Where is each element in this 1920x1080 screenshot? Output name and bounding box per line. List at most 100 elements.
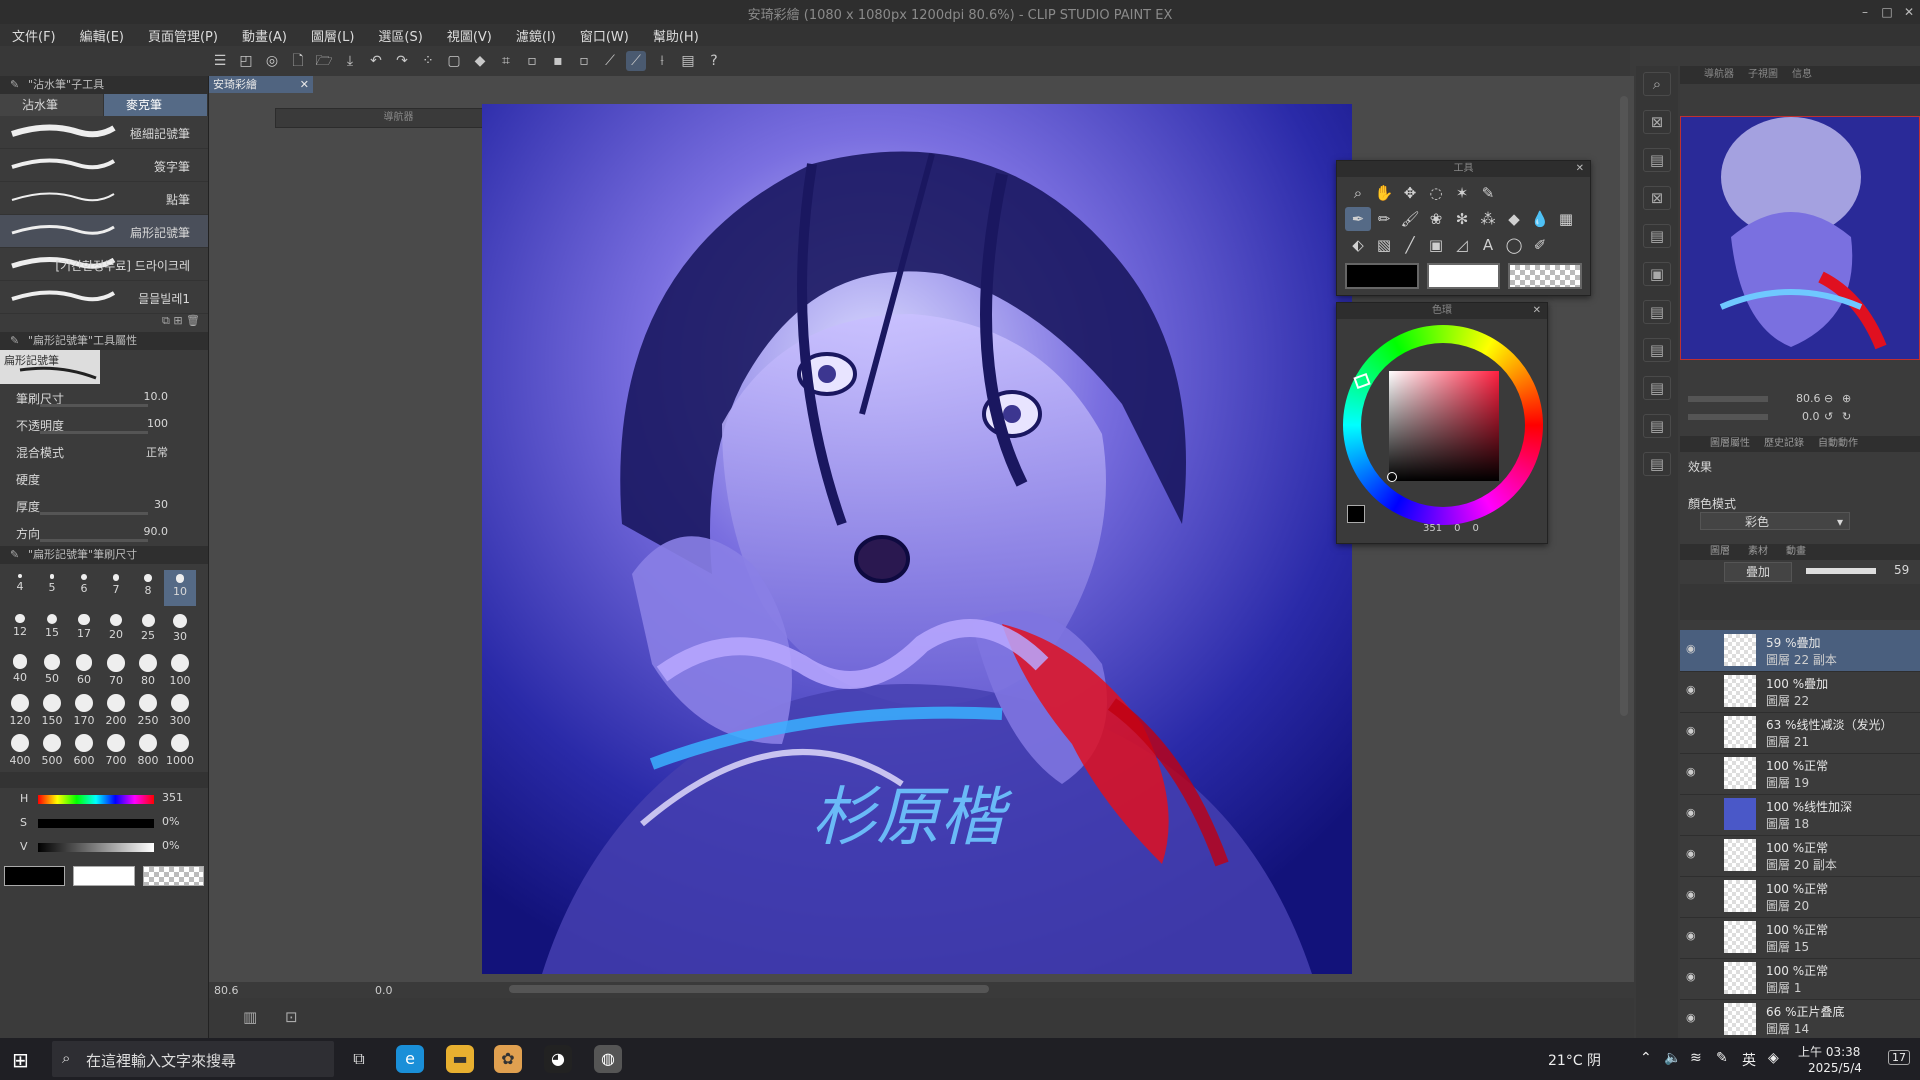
layer-item[interactable]: ◉ 100 %正常 圖層 1	[1680, 958, 1920, 1000]
tools-transparent-color[interactable]	[1508, 263, 1583, 289]
wheel-main-color[interactable]	[1347, 505, 1365, 523]
blend-tool-icon[interactable]: 💧	[1527, 207, 1553, 231]
tab-layer-property[interactable]: 圖層屬性	[1710, 436, 1750, 452]
color-slider[interactable]	[38, 819, 154, 828]
qq-icon[interactable]: ◕	[544, 1045, 572, 1073]
trash-icon[interactable]: 🗑	[186, 314, 200, 327]
tool-property-row[interactable]: 硬度	[0, 465, 208, 492]
menu-selection[interactable]: 選區(S)	[366, 26, 434, 45]
brush-size-option[interactable]: 25	[132, 610, 164, 646]
app-tray-icon[interactable]: ◈	[1768, 1050, 1779, 1066]
eye-icon[interactable]: ◉	[1686, 888, 1700, 902]
copy-icon[interactable]: ⧉	[162, 314, 170, 327]
tab-history[interactable]: 歷史記錄	[1764, 436, 1804, 452]
close-tab-icon[interactable]: ✕	[300, 76, 309, 93]
sub-color-swatch[interactable]	[73, 866, 135, 886]
eye-icon[interactable]: ◉	[1686, 642, 1700, 656]
tab-materials[interactable]: 素材	[1748, 544, 1768, 560]
brush-size-option[interactable]: 600	[68, 730, 100, 767]
zoom-readout[interactable]: 80.6	[214, 984, 239, 997]
studio-icon[interactable]: ◎	[262, 51, 282, 71]
menu-filter[interactable]: 濾鏡(I)	[504, 26, 568, 45]
ruler-tool-icon[interactable]: ◿	[1449, 233, 1475, 257]
deselect-icon[interactable]: ▢	[444, 51, 464, 71]
eyedropper-icon[interactable]: ✎	[1475, 181, 1501, 205]
tool-property-slider[interactable]	[40, 431, 148, 434]
transparent-swatch[interactable]	[142, 866, 204, 886]
color-slider[interactable]	[38, 843, 154, 852]
pen-icon[interactable]: ✎	[1716, 1050, 1728, 1066]
figure-tool-icon[interactable]: ╱	[1397, 233, 1423, 257]
fill-icon[interactable]: ◆	[470, 51, 490, 71]
lasso-tool-icon[interactable]: ◌	[1423, 181, 1449, 205]
clear-outside-icon[interactable]: ▪	[548, 51, 568, 71]
undo-icon[interactable]: ↶	[366, 51, 386, 71]
brush-size-option[interactable]: 100	[164, 650, 196, 687]
panel-toggle-icon-3[interactable]: ⊠	[1643, 186, 1671, 210]
taskbar-time[interactable]: 上午 03:38	[1798, 1043, 1860, 1060]
ruler-snap-icon[interactable]: ⟋	[600, 51, 620, 71]
zoom-in-icon[interactable]: ⊕	[1842, 392, 1851, 405]
tool-property-row[interactable]: 不透明度 100	[0, 411, 208, 438]
menu-help[interactable]: 幫助(H)	[641, 26, 711, 45]
saturation-value-square[interactable]	[1389, 371, 1499, 481]
brush-size-option[interactable]: 30	[164, 610, 196, 646]
brush-size-option[interactable]: 200	[100, 690, 132, 727]
tab-marker[interactable]: 麥克筆	[104, 94, 208, 116]
brush-tool-icon[interactable]: 🖌	[1397, 207, 1423, 231]
document-tab[interactable]: 安琦彩繪 ✕	[209, 76, 313, 93]
brush-size-option[interactable]: 10	[164, 570, 196, 606]
tool-property-value[interactable]: 正常	[146, 444, 168, 460]
windows-start-icon[interactable]: ⊞	[12, 1048, 29, 1072]
edge-icon[interactable]: e	[396, 1045, 424, 1073]
pencil-tool-icon[interactable]: ✏	[1371, 207, 1397, 231]
horizontal-scrollbar[interactable]	[509, 985, 989, 993]
grid-snap-icon[interactable]: ⟊	[652, 51, 672, 71]
fit-icon[interactable]: ⊡	[285, 1008, 298, 1026]
color-slider[interactable]	[38, 795, 154, 804]
brush-size-option[interactable]: 17	[68, 610, 100, 646]
layer-opacity-slider[interactable]	[1806, 568, 1876, 574]
vertical-scrollbar[interactable]	[1620, 96, 1628, 716]
color-slider-row[interactable]: S 0%	[0, 812, 208, 836]
panel-toggle-icon-1[interactable]: ⊠	[1643, 110, 1671, 134]
navigator-rotation[interactable]: 0.0	[1802, 410, 1820, 423]
layer-item[interactable]: ◉ 59 %疊加 圖層 22 副本	[1680, 630, 1920, 672]
tab-navigator[interactable]: 導航器	[1704, 66, 1734, 84]
brush-size-option[interactable]: 7	[100, 570, 132, 606]
clip-studio-icon[interactable]: ◍	[594, 1045, 622, 1073]
add-icon[interactable]: ⊞	[173, 314, 182, 327]
snap-icon[interactable]: ▫	[574, 51, 594, 71]
brush-size-option[interactable]: 15	[36, 610, 68, 646]
brush-size-option[interactable]: 1000	[164, 730, 196, 767]
layer-item[interactable]: ◉ 63 %线性减淡（发光） 圖層 21	[1680, 712, 1920, 754]
panel-toggle-icon-10[interactable]: ▤	[1643, 452, 1671, 476]
tool-property-slider[interactable]	[40, 404, 148, 407]
brush-size-option[interactable]: 40	[4, 650, 36, 686]
panel-toggle-icon-8[interactable]: ▤	[1643, 376, 1671, 400]
taskbar-date[interactable]: 2025/5/4	[1808, 1061, 1862, 1075]
layer-item[interactable]: ◉ 100 %线性加深 圖層 18	[1680, 794, 1920, 836]
artwork-canvas[interactable]: 杉原楷	[482, 104, 1352, 974]
frame-tool-icon[interactable]: ▣	[1423, 233, 1449, 257]
weather-text[interactable]: 21°C 阴	[1548, 1050, 1601, 1070]
tab-dip-pen[interactable]: 沾水筆	[0, 94, 104, 116]
brush-size-option[interactable]: 400	[4, 730, 36, 767]
zoom-slider[interactable]	[1688, 396, 1768, 402]
brush-size-option[interactable]: 500	[36, 730, 68, 767]
menu-icon[interactable]: ☰	[210, 51, 230, 71]
brush-size-option[interactable]: 120	[4, 690, 36, 727]
layout-icon[interactable]: ▥	[243, 1008, 257, 1026]
color-picker-cursor[interactable]	[1387, 472, 1397, 482]
brush-size-option[interactable]: 20	[100, 610, 132, 646]
menu-layer[interactable]: 圖層(L)	[299, 26, 366, 45]
zoom-tool-icon[interactable]: ⌕	[1345, 181, 1371, 205]
new-icon[interactable]: ◰	[236, 51, 256, 71]
rotate-right-icon[interactable]: ↻	[1842, 410, 1851, 423]
correct-line-icon[interactable]: ✐	[1527, 233, 1553, 257]
rotate-slider[interactable]	[1688, 414, 1768, 420]
layer-item[interactable]: ◉ 100 %疊加 圖層 22	[1680, 671, 1920, 713]
airbrush-tool-icon[interactable]: ✻	[1449, 207, 1475, 231]
layer-item[interactable]: ◉ 100 %正常 圖層 20	[1680, 876, 1920, 918]
brush-size-option[interactable]: 8	[132, 570, 164, 606]
